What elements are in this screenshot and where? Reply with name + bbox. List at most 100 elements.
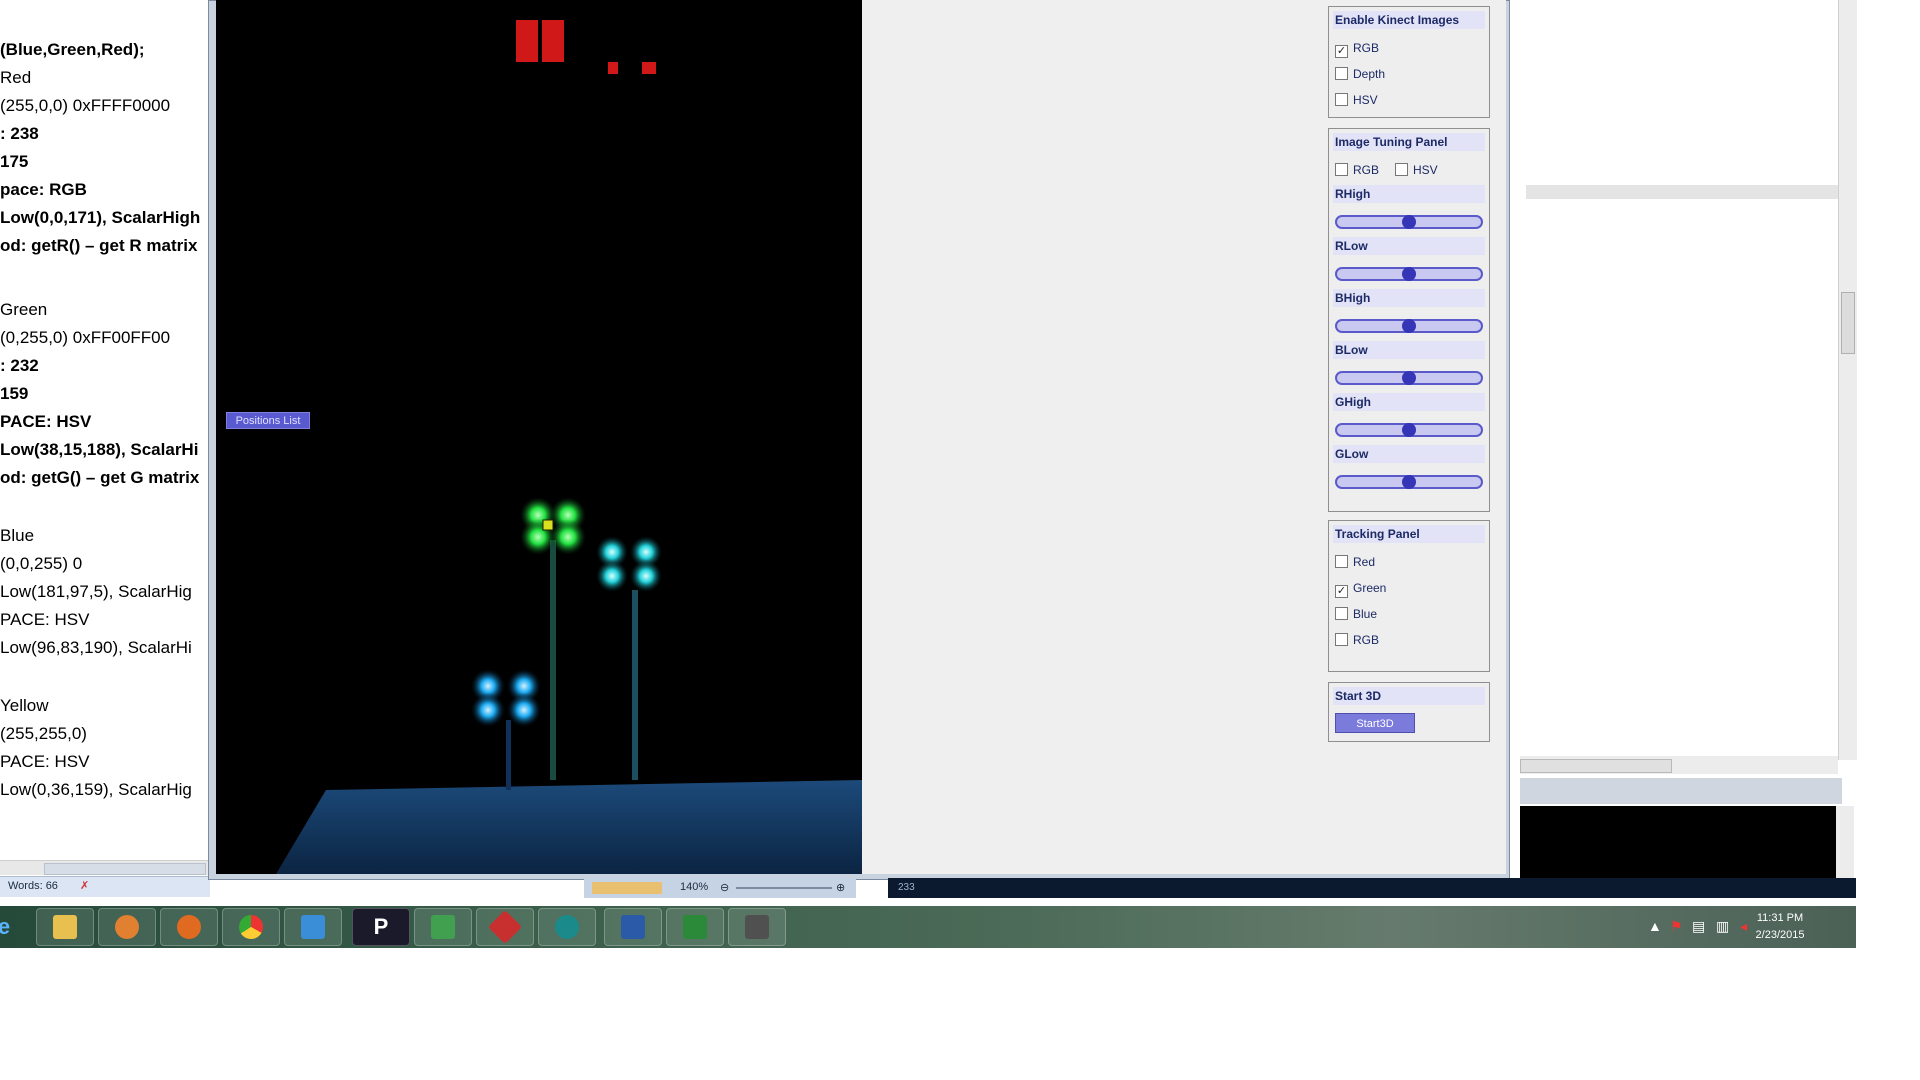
tracking-panel: Tracking Panel Red ✓ Green Blue RGB bbox=[1328, 520, 1490, 672]
checkbox-icon[interactable] bbox=[1335, 163, 1348, 176]
word-document[interactable]: (Blue,Green,Red); Red (255,0,0) 0xFFFF00… bbox=[0, 0, 210, 880]
word-horizontal-scrollbar[interactable] bbox=[0, 860, 210, 875]
scroll-thumb[interactable] bbox=[1520, 759, 1672, 773]
checkbox-icon[interactable] bbox=[1395, 163, 1408, 176]
word-scroll-thumb[interactable] bbox=[44, 863, 206, 875]
doc-line: PACE: HSV bbox=[0, 610, 90, 629]
doc-line: Low(181,97,5), ScalarHig bbox=[0, 582, 192, 601]
power-icon[interactable]: ▥ bbox=[1716, 918, 1729, 935]
window-icon[interactable] bbox=[284, 908, 342, 946]
slider-label-rhigh: RHigh bbox=[1333, 185, 1485, 203]
slider-knob[interactable] bbox=[1402, 371, 1416, 385]
show-hidden-icons-icon[interactable]: ▲ bbox=[1648, 918, 1662, 934]
panel-title: Start 3D bbox=[1333, 687, 1485, 705]
panel-title: Enable Kinect Images bbox=[1333, 11, 1485, 29]
excel-icon[interactable] bbox=[666, 908, 724, 946]
slider-knob[interactable] bbox=[1402, 475, 1416, 489]
doc-line: PACE: HSV bbox=[0, 752, 90, 771]
network-icon[interactable]: ▤ bbox=[1692, 918, 1705, 935]
p-icon[interactable]: P bbox=[352, 908, 410, 946]
word-icon[interactable] bbox=[604, 908, 662, 946]
zoom-out-icon[interactable]: ⊖ bbox=[720, 881, 729, 894]
explorer-icon[interactable] bbox=[36, 908, 94, 946]
green-app-icon[interactable] bbox=[414, 908, 472, 946]
start3d-button[interactable]: Start3D bbox=[1335, 713, 1415, 733]
console-output[interactable] bbox=[1520, 806, 1836, 878]
background-horizontal-scrollbar[interactable] bbox=[1520, 756, 1838, 774]
doc-line: (0,0,255) 0 bbox=[0, 554, 83, 573]
console-scrollbar[interactable] bbox=[1836, 806, 1854, 878]
console-status-text: 233 bbox=[898, 882, 915, 893]
arduino-icon[interactable] bbox=[538, 908, 596, 946]
checkbox-label: Green bbox=[1353, 581, 1387, 595]
doc-line: (255,255,0) bbox=[0, 724, 87, 743]
doc-line: PACE: HSV bbox=[0, 412, 92, 431]
firefox-icon[interactable] bbox=[160, 908, 218, 946]
taskbar: e P ▲ ⚑ ▤ ▥ ◂ 11:31 PM 2/23/2015 bbox=[0, 906, 1856, 948]
flag-icon[interactable]: ⚑ bbox=[1670, 918, 1683, 935]
tuning-checkbox-rgb[interactable]: RGB bbox=[1335, 163, 1379, 177]
slider-blow[interactable] bbox=[1335, 371, 1483, 385]
proofing-icon[interactable]: ✗ bbox=[80, 879, 89, 892]
checkbox-icon[interactable]: ✓ bbox=[1335, 45, 1348, 58]
slider-knob[interactable] bbox=[1402, 215, 1416, 229]
chrome-icon[interactable] bbox=[222, 908, 280, 946]
scroll-thumb[interactable] bbox=[1841, 292, 1855, 354]
p-letter: P bbox=[373, 914, 389, 939]
background-vertical-scrollbar[interactable] bbox=[1838, 0, 1857, 760]
dark-app-icon[interactable] bbox=[728, 908, 786, 946]
checkbox-hsv[interactable]: HSV bbox=[1335, 93, 1378, 107]
tuning-checkbox-hsv[interactable]: HSV bbox=[1395, 163, 1438, 177]
slider-rhigh[interactable] bbox=[1335, 215, 1483, 229]
positions-list-button[interactable]: Positions List bbox=[226, 412, 310, 429]
slider-ghigh[interactable] bbox=[1335, 423, 1483, 437]
doc-line: Green bbox=[0, 300, 48, 319]
doc-line: Low(96,83,190), ScalarHi bbox=[0, 638, 192, 657]
slider-bhigh[interactable] bbox=[1335, 319, 1483, 333]
doc-line: (Blue,Green,Red); bbox=[0, 40, 145, 59]
checkbox-depth[interactable]: Depth bbox=[1335, 67, 1385, 81]
slider-glow[interactable] bbox=[1335, 475, 1483, 489]
zoom-level: 140% bbox=[680, 881, 709, 893]
checkbox-label: Blue bbox=[1353, 607, 1378, 621]
background-highlight-row bbox=[1526, 185, 1838, 199]
zoom-in-icon[interactable]: ⊕ bbox=[836, 881, 845, 894]
checkbox-label: RGB bbox=[1353, 633, 1380, 647]
view-buttons-icon[interactable] bbox=[592, 882, 662, 894]
slider-rlow[interactable] bbox=[1335, 267, 1483, 281]
doc-line: Low(38,15,188), ScalarHi bbox=[0, 440, 199, 459]
doc-line: pace: RGB bbox=[0, 180, 87, 199]
tracking-checkbox-red[interactable]: Red bbox=[1335, 555, 1375, 569]
slider-label-glow: GLow bbox=[1333, 445, 1485, 463]
slider-knob[interactable] bbox=[1402, 423, 1416, 437]
doc-line: od: getR() – get R matrix bbox=[0, 236, 198, 255]
checkbox-icon[interactable] bbox=[1335, 67, 1348, 80]
checkbox-label: RGB bbox=[1353, 41, 1380, 55]
doc-line: Yellow bbox=[0, 696, 49, 715]
ie-icon[interactable]: e bbox=[0, 908, 16, 946]
checkbox-rgb[interactable]: ✓ RGB bbox=[1335, 41, 1379, 58]
slider-knob[interactable] bbox=[1402, 319, 1416, 333]
checkbox-icon[interactable] bbox=[1335, 607, 1348, 620]
panel-title: Tracking Panel bbox=[1333, 525, 1485, 543]
word-view-toolbar: 140% ⊖ ⊕ bbox=[584, 878, 856, 898]
media-player-icon[interactable] bbox=[98, 908, 156, 946]
checkbox-icon[interactable] bbox=[1335, 93, 1348, 106]
word-status-bar: Words: 66 ✗ bbox=[0, 876, 210, 897]
taskbar-clock[interactable]: 11:31 PM 2/23/2015 bbox=[1744, 910, 1816, 944]
tracking-checkbox-rgb[interactable]: RGB bbox=[1335, 633, 1379, 647]
start-3d-panel: Start 3D Start3D bbox=[1328, 682, 1490, 742]
checkbox-icon[interactable] bbox=[1335, 555, 1348, 568]
tracking-checkbox-green[interactable]: ✓ Green bbox=[1335, 581, 1386, 598]
slider-label-bhigh: BHigh bbox=[1333, 289, 1485, 307]
checkbox-icon[interactable]: ✓ bbox=[1335, 585, 1348, 598]
zoom-slider[interactable] bbox=[736, 887, 832, 889]
doc-line: (255,0,0) 0xFFFF0000 bbox=[0, 96, 171, 115]
doc-line: od: getG() – get G matrix bbox=[0, 468, 200, 487]
tracking-checkbox-blue[interactable]: Blue bbox=[1335, 607, 1377, 621]
doc-line: : 238 bbox=[0, 124, 39, 143]
checkbox-icon[interactable] bbox=[1335, 633, 1348, 646]
red-app-icon[interactable] bbox=[476, 908, 534, 946]
doc-line: (0,255,0) 0xFF00FF00 bbox=[0, 328, 171, 347]
slider-knob[interactable] bbox=[1402, 267, 1416, 281]
